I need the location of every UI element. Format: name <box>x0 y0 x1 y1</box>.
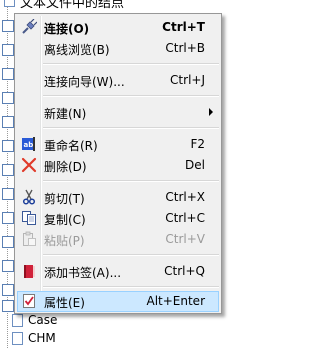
tree-node-icon[interactable] <box>2 44 14 56</box>
menu-item-paste[interactable]: 粘贴(P) Ctrl+V <box>17 229 219 250</box>
tree-node-icon[interactable] <box>2 236 14 248</box>
tree-node-icon[interactable] <box>2 68 14 80</box>
tree-node-icon[interactable] <box>2 300 14 312</box>
tree-top-label: 文本文件中的结点 <box>20 0 125 9</box>
properties-checklist-icon <box>23 294 35 308</box>
menu-item-label: 粘贴(P) <box>44 234 85 248</box>
menu-item-cut[interactable]: 剪切(T) Ctrl+X <box>17 187 219 208</box>
tree-node-icon[interactable] <box>2 260 14 272</box>
tree-node-icon[interactable] <box>2 20 14 32</box>
file-icon <box>12 332 23 345</box>
menu-separator <box>43 95 219 97</box>
tree-item[interactable]: Case <box>0 312 242 330</box>
tree-node-icon[interactable] <box>2 140 14 152</box>
menu-item-new[interactable]: 新建(N) <box>17 102 219 123</box>
screen: 文本文件中的结点 Case CHM 连接(O) Ctrl+T 离线浏览(B) C… <box>0 0 242 348</box>
menu-separator <box>43 127 219 129</box>
menu-separator <box>43 286 219 288</box>
tree-top-row[interactable]: 文本文件中的结点 <box>0 0 242 9</box>
menu-item-label: 新建(N) <box>44 107 87 121</box>
menu-item-connect[interactable]: 连接(O) Ctrl+T <box>17 17 219 38</box>
menu-item-connect-wizard[interactable]: 连接向导(W)... Ctrl+J <box>17 70 219 91</box>
tree-node-icon[interactable] <box>2 116 14 128</box>
menu-item-shortcut: Ctrl+Q <box>164 264 205 278</box>
tree-item-label: CHM <box>28 331 56 345</box>
menu-item-rename[interactable]: ab 重命名(R) F2 <box>17 134 219 155</box>
menu-item-copy[interactable]: 复制(C) Ctrl+C <box>17 208 219 229</box>
tree-item-label: Case <box>28 313 58 327</box>
delete-x-icon <box>21 157 37 173</box>
menu-item-shortcut: Del <box>185 158 205 172</box>
menu-item-shortcut: F2 <box>190 137 205 151</box>
menu-item-label: 复制(C) <box>44 213 86 227</box>
file-icon <box>12 314 23 327</box>
connect-plug-icon <box>22 19 37 34</box>
paste-icon <box>23 231 36 246</box>
context-menu: 连接(O) Ctrl+T 离线浏览(B) Ctrl+B 连接向导(W)... C… <box>14 13 222 314</box>
menu-item-shortcut: Alt+Enter <box>146 294 205 308</box>
menu-item-properties[interactable]: 属性(E) Alt+Enter <box>17 291 219 312</box>
menu-item-label: 属性(E) <box>44 296 85 310</box>
menu-item-add-bookmark[interactable]: 添加书签(A)... Ctrl+Q <box>17 261 219 282</box>
tree-node-icon[interactable] <box>2 188 14 200</box>
tree-node-icon[interactable] <box>2 164 14 176</box>
tree-item[interactable]: CHM <box>0 330 242 348</box>
menu-item-label: 重命名(R) <box>44 139 98 153</box>
menu-separator <box>43 254 219 256</box>
menu-item-delete[interactable]: 删除(D) Del <box>17 155 219 176</box>
menu-separator <box>43 180 219 182</box>
menu-item-label: 剪切(T) <box>44 192 85 206</box>
menu-separator <box>43 63 219 65</box>
rename-icon: ab <box>22 137 35 151</box>
menu-item-shortcut: Ctrl+B <box>165 41 205 55</box>
scissors-icon <box>22 189 36 205</box>
tree-node-icon[interactable] <box>2 92 14 104</box>
menu-item-shortcut: Ctrl+C <box>165 211 205 225</box>
menu-item-offline-browse[interactable]: 离线浏览(B) Ctrl+B <box>17 38 219 59</box>
menu-item-label: 离线浏览(B) <box>44 43 110 57</box>
menu-item-label: 连接向导(W)... <box>44 75 125 89</box>
bookmark-book-icon <box>24 265 35 278</box>
menu-item-shortcut: Ctrl+X <box>165 190 205 204</box>
menu-item-shortcut: Ctrl+T <box>162 20 205 34</box>
menu-item-label: 添加书签(A)... <box>44 266 122 280</box>
copy-icon <box>22 211 36 225</box>
tree-node-icon[interactable] <box>2 212 14 224</box>
menu-item-label: 删除(D) <box>44 160 87 174</box>
submenu-arrow-icon <box>209 108 213 116</box>
tree-node-icon[interactable] <box>2 284 14 296</box>
svg-text:ab: ab <box>24 141 34 149</box>
menu-item-label: 连接(O) <box>44 22 90 36</box>
file-icon <box>4 0 15 7</box>
menu-item-shortcut: Ctrl+V <box>165 232 205 246</box>
menu-item-shortcut: Ctrl+J <box>170 73 205 87</box>
